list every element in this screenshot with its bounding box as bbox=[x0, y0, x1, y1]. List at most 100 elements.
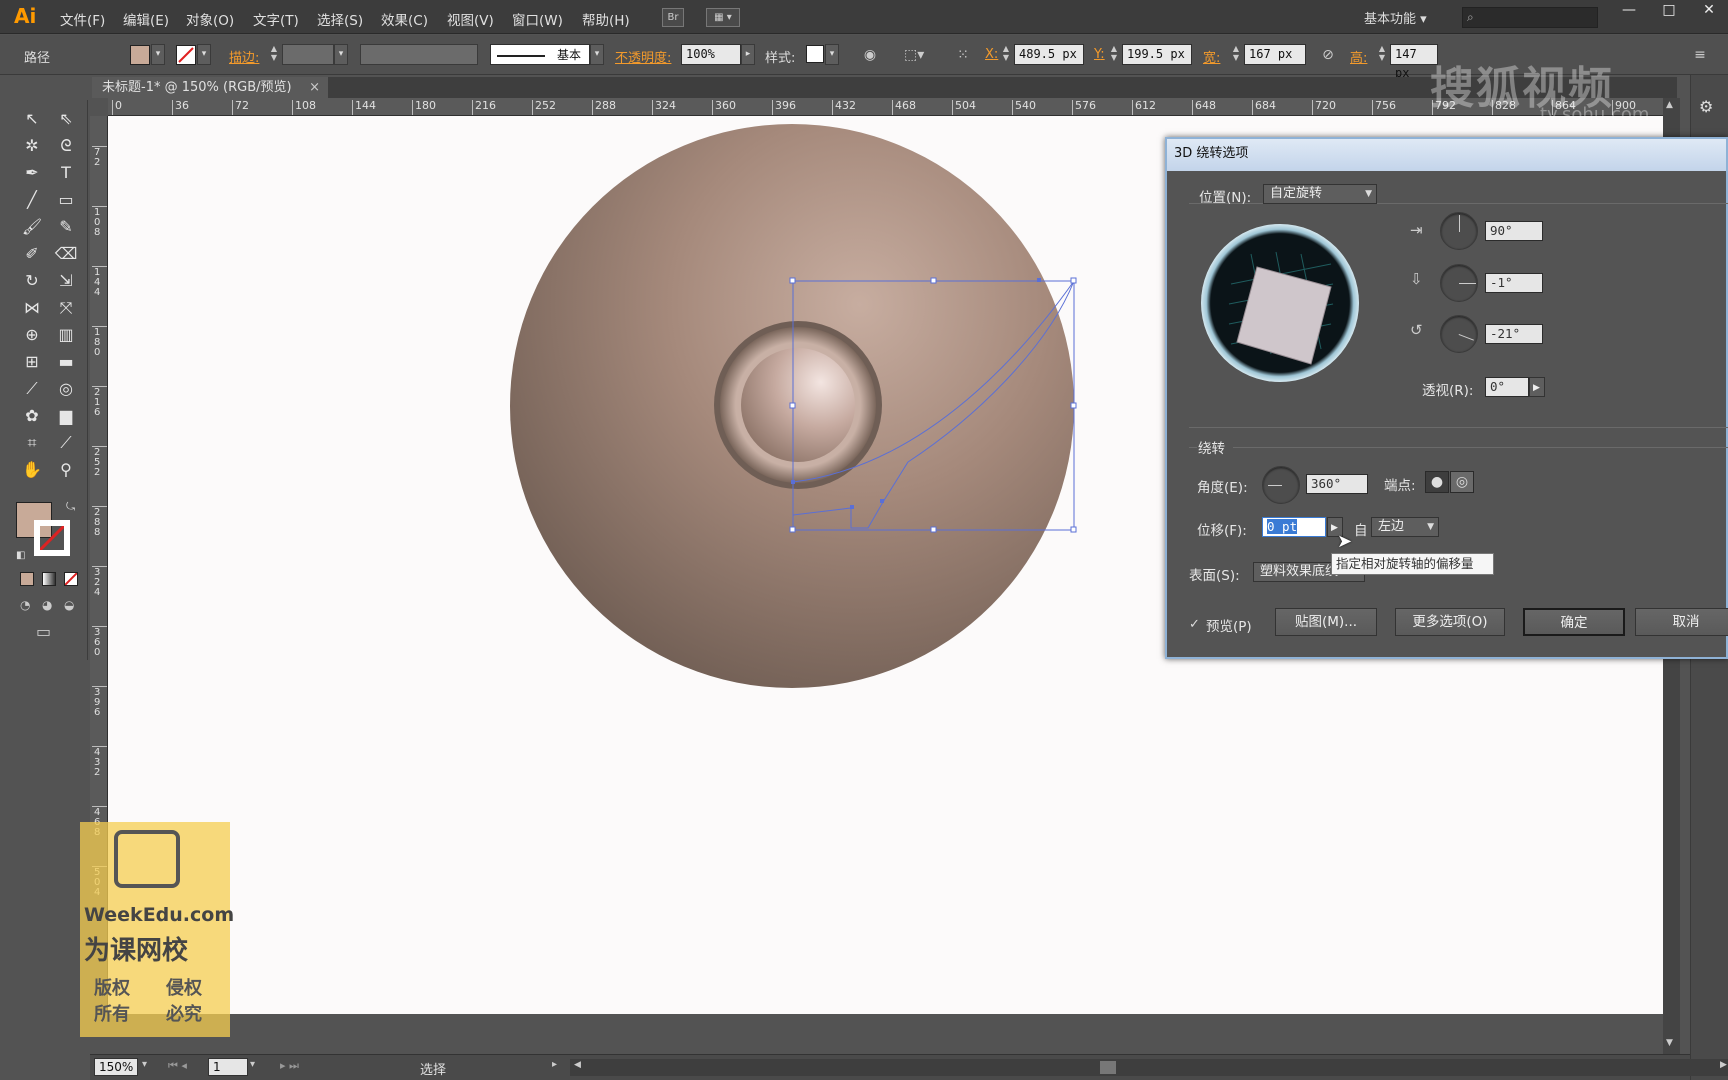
fill-dropdown[interactable]: ▾ bbox=[151, 44, 165, 65]
width-tool-icon[interactable]: ⋈ bbox=[20, 297, 44, 319]
transform-reference-icon[interactable]: ⁙ bbox=[953, 45, 973, 65]
pencil-tool-icon[interactable]: ✎ bbox=[54, 216, 78, 238]
magic-wand-tool-icon[interactable]: ✲ bbox=[20, 135, 44, 157]
artboard-number[interactable]: 1 bbox=[208, 1058, 248, 1076]
panel-menu-icon[interactable]: ≡ bbox=[1690, 45, 1710, 65]
scale-tool-icon[interactable]: ⇲ bbox=[54, 270, 78, 292]
pen-tool-icon[interactable]: ✒ bbox=[20, 162, 44, 184]
horizontal-scroll-thumb[interactable] bbox=[1100, 1061, 1116, 1074]
draw-behind-icon[interactable]: ◕ bbox=[42, 598, 52, 612]
perspective-slider-button[interactable]: ▶ bbox=[1529, 377, 1545, 397]
track-cube[interactable] bbox=[1201, 224, 1359, 382]
x-angle-input[interactable]: 90° bbox=[1485, 221, 1543, 241]
lasso-tool-icon[interactable]: ᘓ bbox=[54, 135, 78, 157]
recolor-artwork-icon[interactable]: ◉ bbox=[860, 45, 880, 65]
y-angle-dial[interactable] bbox=[1440, 264, 1478, 302]
zoom-level[interactable]: 150% bbox=[94, 1058, 138, 1076]
preview-checkbox[interactable]: ✓ bbox=[1189, 617, 1200, 632]
close-window-button[interactable]: ✕ bbox=[1689, 0, 1728, 22]
zoom-tool-icon[interactable]: ⚲ bbox=[54, 459, 78, 481]
stroke-dropdown[interactable]: ▾ bbox=[197, 44, 211, 65]
y-label[interactable]: Y: bbox=[1094, 47, 1105, 62]
menu-edit[interactable]: 编辑(E) bbox=[123, 9, 169, 29]
align-to-icon[interactable]: ⬚▾ bbox=[904, 45, 924, 65]
paintbrush-tool-icon[interactable]: 🖌 bbox=[20, 216, 44, 238]
stroke-color-icon[interactable] bbox=[34, 520, 70, 556]
scroll-right-icon[interactable]: ▶ bbox=[1720, 1060, 1727, 1070]
map-art-button[interactable]: 贴图(M)... bbox=[1275, 608, 1377, 636]
opacity-label[interactable]: 不透明度: bbox=[615, 47, 671, 66]
menu-view[interactable]: 视图(V) bbox=[447, 9, 494, 29]
height-label[interactable]: 高: bbox=[1350, 47, 1367, 66]
brush-definition[interactable]: 基本 bbox=[490, 44, 590, 65]
horizontal-scrollbar[interactable]: ◀ ▶ bbox=[570, 1059, 1728, 1076]
eraser-tool-icon[interactable]: ⌫ bbox=[54, 243, 78, 265]
arrange-documents-icon[interactable]: ▦ ▾ bbox=[706, 8, 740, 27]
direct-selection-tool-icon[interactable]: ⇖ bbox=[54, 108, 78, 130]
menu-effect[interactable]: 效果(C) bbox=[381, 9, 428, 29]
next-artboard-icon[interactable]: ▸ ⏭ bbox=[280, 1059, 299, 1073]
selection-tool-icon[interactable]: ↖ bbox=[20, 108, 44, 130]
width-label[interactable]: 宽: bbox=[1203, 47, 1220, 66]
status-menu-icon[interactable]: ▸ bbox=[552, 1059, 557, 1070]
blend-tool-icon[interactable]: ◎ bbox=[54, 378, 78, 400]
gradient-tool-icon[interactable]: ▬ bbox=[54, 351, 78, 373]
width-spinner[interactable]: ▲ ▼ bbox=[1230, 44, 1242, 65]
position-select[interactable]: 自定旋转 ▼ bbox=[1263, 184, 1377, 204]
cap-on-icon[interactable]: ● bbox=[1425, 471, 1449, 493]
scroll-down-icon[interactable]: ▼ bbox=[1666, 1038, 1673, 1048]
revolve-angle-input[interactable]: 360° bbox=[1306, 474, 1368, 494]
color-mode-icon[interactable] bbox=[20, 572, 34, 586]
perspective-grid-tool-icon[interactable]: ▥ bbox=[54, 324, 78, 346]
document-tab[interactable]: 未标题-1* @ 150% (RGB/预览) × bbox=[92, 77, 328, 98]
menu-type[interactable]: 文字(T) bbox=[253, 9, 299, 29]
brush-dropdown[interactable]: ▾ bbox=[590, 44, 604, 65]
graphic-style-swatch[interactable] bbox=[806, 45, 824, 63]
constrain-proportions-icon[interactable]: ⊘ bbox=[1318, 45, 1338, 65]
menu-help[interactable]: 帮助(H) bbox=[582, 9, 630, 29]
ok-button[interactable]: 确定 bbox=[1523, 608, 1625, 636]
stroke-weight-label[interactable]: 描边: bbox=[229, 47, 259, 66]
maximize-button[interactable]: □ bbox=[1649, 0, 1689, 22]
stroke-weight-dropdown[interactable]: ▾ bbox=[334, 44, 348, 65]
free-transform-tool-icon[interactable]: ⤧ bbox=[54, 297, 78, 319]
width-input[interactable]: 167 px bbox=[1244, 44, 1306, 65]
rectangle-tool-icon[interactable]: ▭ bbox=[54, 189, 78, 211]
y-input[interactable]: 199.5 px bbox=[1122, 44, 1192, 65]
dialog-title[interactable]: 3D 绕转选项 bbox=[1167, 139, 1726, 171]
offset-input[interactable]: 0 pt bbox=[1262, 517, 1326, 537]
fill-swatch[interactable] bbox=[130, 45, 150, 65]
shape-builder-tool-icon[interactable]: ⊕ bbox=[20, 324, 44, 346]
mesh-tool-icon[interactable]: ⊞ bbox=[20, 351, 44, 373]
default-colors-icon[interactable]: ◧ bbox=[16, 550, 25, 561]
draw-normal-icon[interactable]: ◔ bbox=[20, 598, 30, 612]
bridge-button[interactable]: Br bbox=[662, 8, 684, 27]
blob-brush-tool-icon[interactable]: ✐ bbox=[20, 243, 44, 265]
z-angle-dial[interactable] bbox=[1440, 315, 1478, 353]
minimize-button[interactable]: — bbox=[1609, 0, 1649, 22]
cap-off-icon[interactable]: ◎ bbox=[1450, 471, 1474, 493]
height-spinner[interactable]: ▲ ▼ bbox=[1376, 44, 1388, 65]
slice-tool-icon[interactable]: ⟋ bbox=[54, 432, 78, 454]
x-angle-dial[interactable] bbox=[1440, 212, 1478, 250]
opacity-dropdown[interactable]: ▸ bbox=[741, 44, 755, 65]
more-options-button[interactable]: 更多选项(O) bbox=[1395, 608, 1505, 636]
eyedropper-tool-icon[interactable]: ⟋ bbox=[20, 378, 44, 400]
column-graph-tool-icon[interactable]: ▆ bbox=[54, 405, 78, 427]
scroll-up-icon[interactable]: ▲ bbox=[1666, 100, 1673, 110]
y-spinner[interactable]: ▲ ▼ bbox=[1108, 44, 1120, 65]
cancel-button[interactable]: 取消 bbox=[1635, 608, 1728, 636]
variable-width-profile[interactable] bbox=[360, 44, 478, 65]
draw-inside-icon[interactable]: ◒ bbox=[64, 598, 74, 612]
swap-colors-icon[interactable]: ⤿ bbox=[66, 500, 75, 514]
symbol-sprayer-tool-icon[interactable]: ✿ bbox=[20, 405, 44, 427]
menu-window[interactable]: 窗口(W) bbox=[512, 9, 563, 29]
opacity-input[interactable]: 100% bbox=[681, 44, 741, 65]
type-tool-icon[interactable]: T bbox=[54, 162, 78, 184]
close-tab-icon[interactable]: × bbox=[309, 77, 320, 98]
z-angle-input[interactable]: -21° bbox=[1485, 324, 1543, 344]
menu-file[interactable]: 文件(F) bbox=[60, 9, 105, 29]
menu-object[interactable]: 对象(O) bbox=[186, 9, 234, 29]
screen-mode-icon[interactable]: ▭ bbox=[36, 622, 51, 641]
menu-select[interactable]: 选择(S) bbox=[317, 9, 363, 29]
